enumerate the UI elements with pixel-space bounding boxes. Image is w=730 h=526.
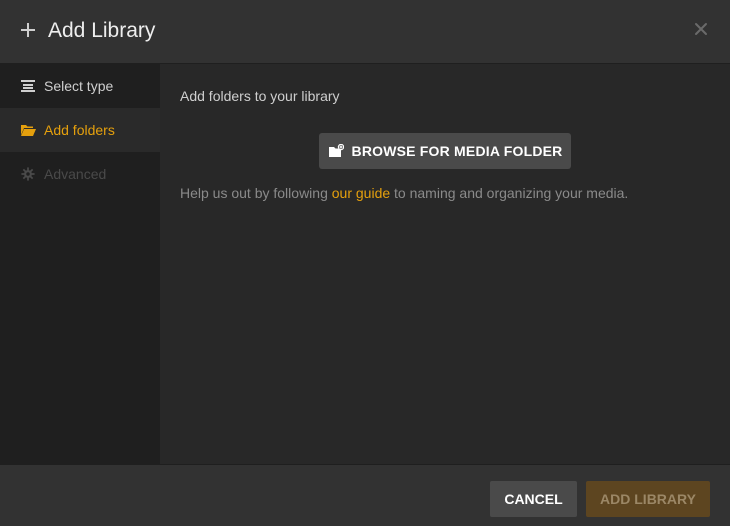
intro-text: Add folders to your library [180,88,340,104]
add-library-modal: Add Library Select type Add folders Adva… [0,0,730,526]
gear-icon [21,167,35,181]
help-text-before: Help us out by following [180,185,332,201]
folder-add-icon [328,144,344,157]
list-icon [21,80,35,92]
guide-link[interactable]: our guide [332,185,390,201]
help-text-after: to naming and organizing your media. [390,185,629,201]
sidebar-item-add-folders[interactable]: Add folders [0,108,160,152]
sidebar-item-select-type[interactable]: Select type [0,64,160,108]
main-content: Add folders to your library BROWSE FOR M… [160,64,730,464]
sidebar-item-label: Advanced [44,166,107,182]
folder-open-icon [21,125,36,136]
cancel-button[interactable]: CANCEL [490,481,577,517]
browse-media-folder-button[interactable]: BROWSE FOR MEDIA FOLDER [319,133,571,169]
modal-footer: CANCEL ADD LIBRARY [0,464,730,526]
sidebar-item-label: Select type [44,78,114,94]
sidebar-item-label: Add folders [44,122,115,138]
modal-title: Add Library [48,19,156,42]
modal-header: Add Library [0,0,730,64]
close-icon[interactable] [694,22,708,36]
browse-button-label: BROWSE FOR MEDIA FOLDER [351,143,563,159]
help-text: Help us out by following our guide to na… [180,185,628,201]
plus-icon [21,23,35,37]
sidebar-item-advanced: Advanced [0,152,160,196]
sidebar: Select type Add folders Advanced [0,64,160,464]
add-library-button[interactable]: ADD LIBRARY [586,481,710,517]
